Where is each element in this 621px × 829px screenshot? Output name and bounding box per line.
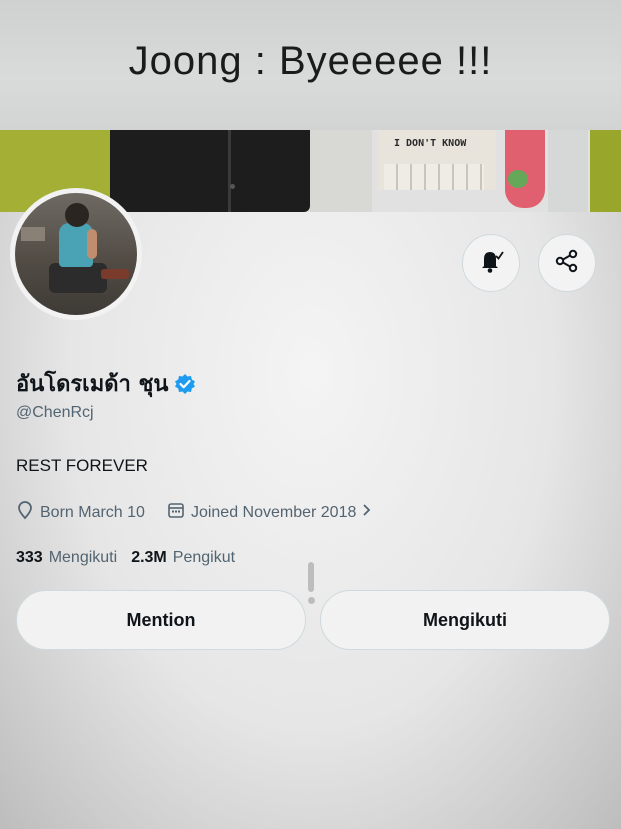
profile-meta: Born March 10 Joined November 2018 [16, 500, 402, 525]
avatar[interactable] [10, 188, 142, 320]
following-label: Mengikuti [48, 549, 118, 566]
verified-badge-icon[interactable] [174, 373, 196, 395]
display-name: อันโดรเมด้า ชุน [16, 372, 169, 397]
following-count: 333 [16, 549, 43, 566]
chevron-right-icon [360, 503, 380, 522]
notification-button[interactable] [462, 234, 520, 292]
location-pin-icon [16, 500, 40, 525]
username-handle: @ChenRcj [16, 404, 94, 421]
share-icon [553, 247, 581, 280]
exclamation-overlay [305, 562, 317, 606]
followers-stat[interactable]: 2.3M Pengikut [131, 549, 235, 567]
profile-bio: REST FOREVER [16, 456, 148, 475]
joined-item[interactable]: Joined November 2018 [167, 501, 380, 524]
share-button[interactable] [538, 234, 596, 292]
banner-sign-text: I DON'T KNOW [394, 138, 467, 149]
birthday-text: Born March 10 [40, 503, 145, 521]
video-caption: Joong : Byeeeee !!! [0, 0, 621, 130]
bell-icon [476, 246, 506, 281]
display-name-row: อันโดรเมด้า ชุน [16, 366, 196, 401]
calendar-icon [167, 501, 191, 524]
mention-button[interactable]: Mention [16, 590, 306, 650]
following-button[interactable]: Mengikuti [320, 590, 610, 650]
joined-text: Joined November 2018 [190, 503, 357, 521]
birthday-item: Born March 10 [16, 500, 145, 525]
avatar-image [15, 193, 137, 315]
followers-label: Pengikut [172, 549, 236, 566]
following-stat[interactable]: 333 Mengikuti [16, 549, 117, 567]
profile-card: อันโดรเมด้า ชุน @ChenRcj REST FOREVER Bo… [0, 188, 621, 664]
banner-sign: I DON'T KNOW [378, 130, 496, 190]
followers-count: 2.3M [131, 549, 167, 566]
banner-person [110, 130, 310, 212]
caption-text: Joong : Byeeeee !!! [128, 38, 493, 83]
follow-stats: 333 Mengikuti 2.3M Pengikut [16, 549, 249, 567]
